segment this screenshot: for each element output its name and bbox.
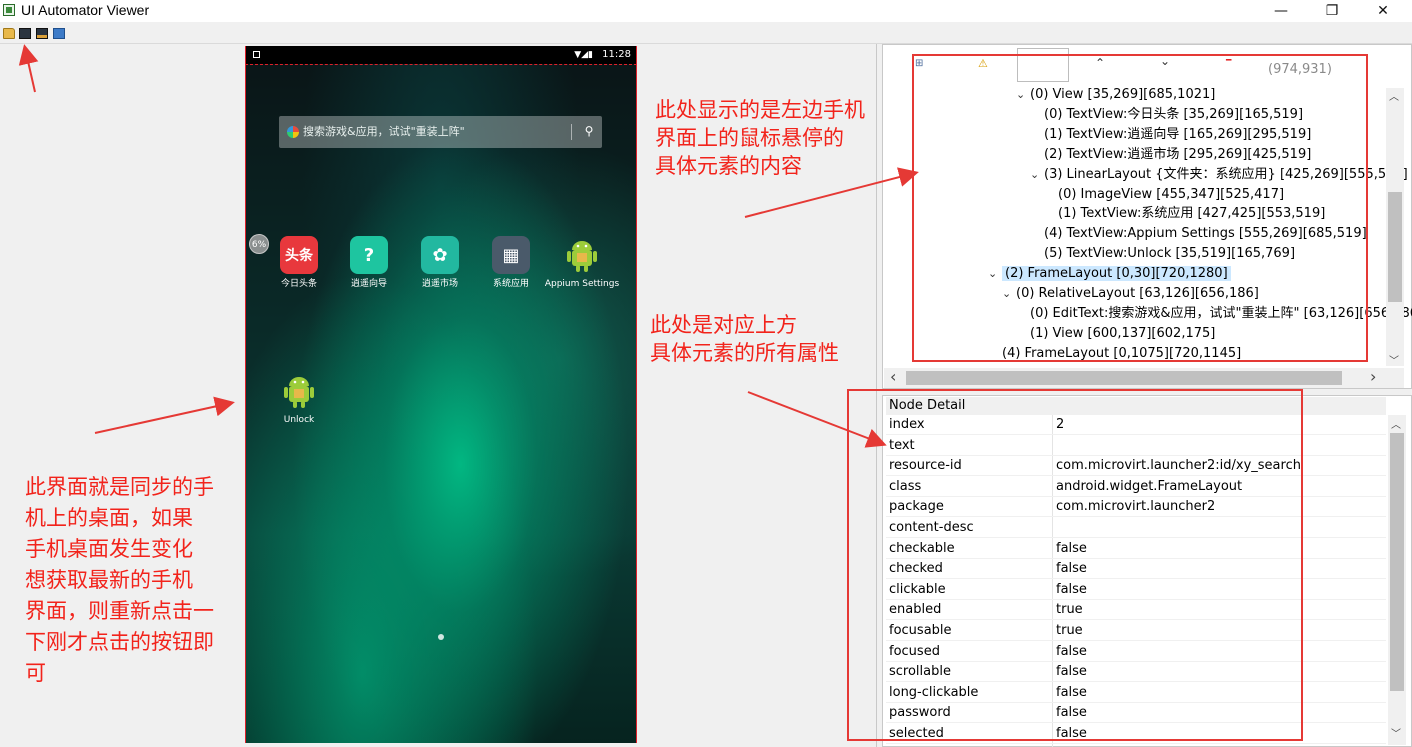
tree-annotation: 此处显示的是左边手机 界面上的鼠标悬停的 具体元素的内容 [655,96,865,180]
annotation-line: 机上的桌面，如果 [25,506,193,530]
annotation-line: 具体元素的内容 [655,154,802,178]
annotation-line: 具体元素的所有属性 [650,341,839,365]
annotation-line: 下刚才点击的按钮即 [25,630,214,654]
annotation-line: 界面上的鼠标悬停的 [655,126,844,150]
detail-arrow [747,391,887,448]
toolbar-arrow [18,44,39,93]
annotation-line: 此处显示的是左边手机 [655,98,865,122]
annotation-line: 可 [25,661,46,685]
annotation-line: 此处是对应上方 [650,313,797,337]
detail-annotation: 此处是对应上方 具体元素的所有属性 [650,311,839,367]
annotation-line: 手机桌面发生变化 [25,537,193,561]
annotation-line: 界面，则重新点击一 [25,599,214,623]
annotation-line: 想获取最新的手机 [25,568,193,592]
phone-arrow [94,396,235,434]
annotation-line: 此界面就是同步的手 [25,475,214,499]
phone-annotation: 此界面就是同步的手 机上的桌面，如果 手机桌面发生变化 想获取最新的手机 界面，… [25,472,214,689]
